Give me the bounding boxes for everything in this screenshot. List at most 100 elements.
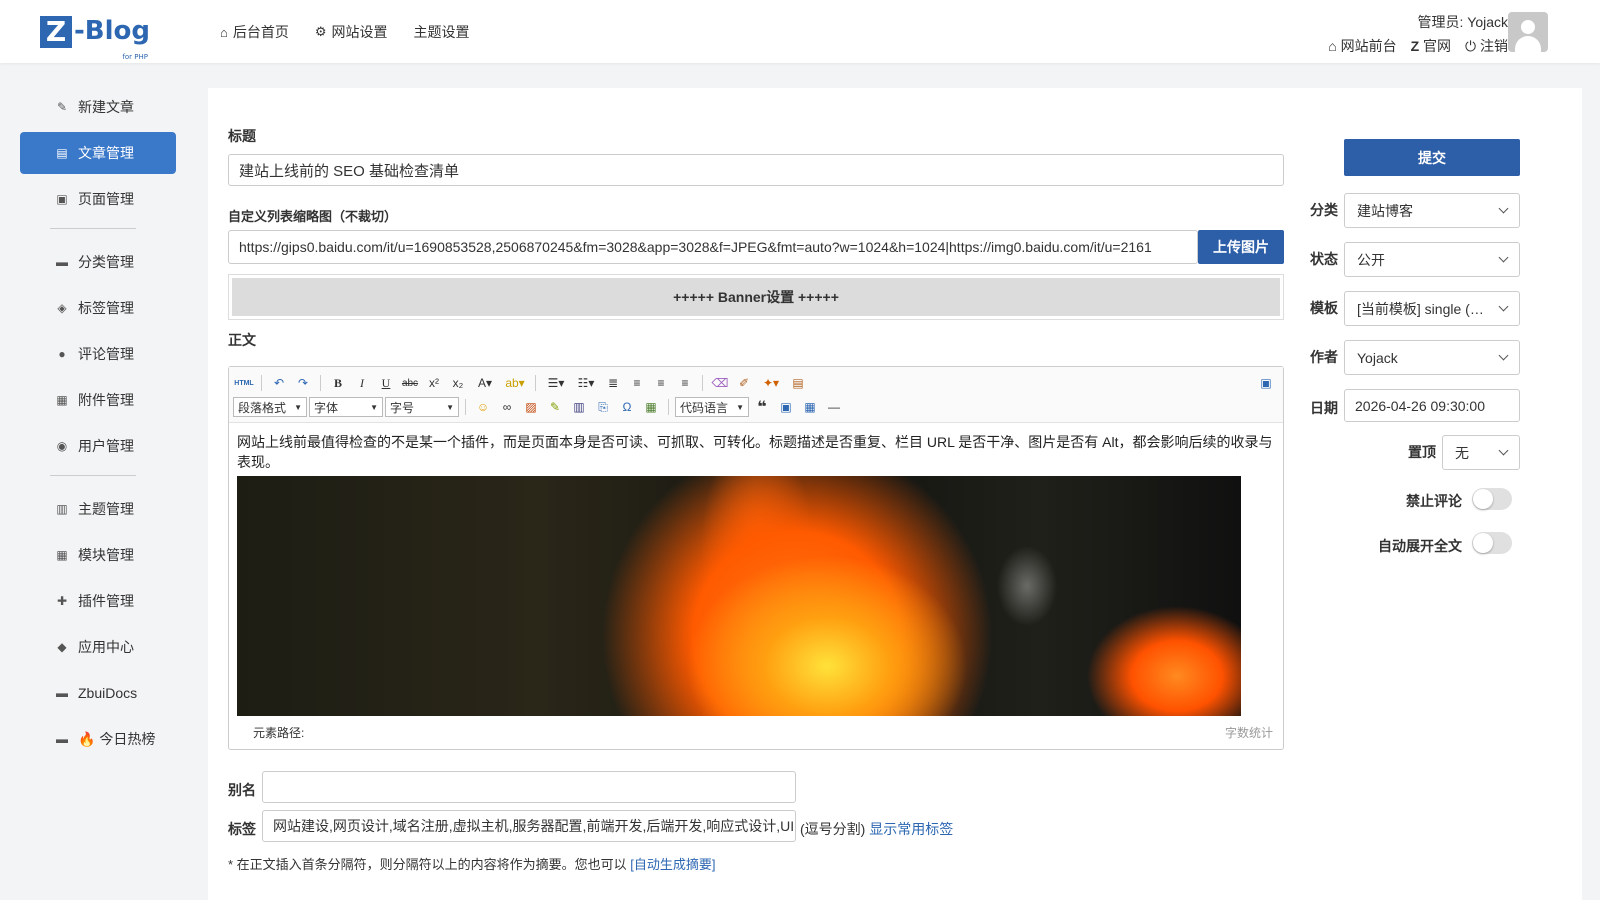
underline-icon[interactable]: U — [375, 373, 397, 393]
content-image[interactable] — [237, 476, 1241, 716]
font-family-select[interactable]: 字体 ▼ — [309, 397, 383, 417]
topnav-site-settings[interactable]: ⚙ 网站设置 — [315, 22, 388, 42]
html-source-icon[interactable]: HTML — [233, 373, 255, 393]
highlight-icon[interactable]: ab▾ — [501, 373, 529, 393]
select-value: [当前模板] single (文章页) — [1357, 300, 1497, 317]
auto-format-icon[interactable]: ✦▾ — [757, 373, 785, 393]
align-center-icon[interactable]: ≡ — [650, 373, 672, 393]
house-icon: ⌂ — [1328, 38, 1337, 54]
link-logout[interactable]: ⏻ 注销 — [1465, 36, 1508, 56]
unordered-list-icon[interactable]: ☷▾ — [572, 373, 600, 393]
table-icon[interactable]: ▦ — [799, 397, 821, 417]
sidebar-item-label: 文章管理 — [78, 145, 134, 161]
sticky-select[interactable]: 无 — [1442, 435, 1520, 470]
sidebar-item-attachments[interactable]: ▦ 附件管理 — [20, 379, 176, 421]
sidebar-item-themes[interactable]: ▥ 主题管理 — [20, 488, 176, 530]
no-comment-toggle[interactable] — [1472, 488, 1512, 510]
tags-hint: (逗号分割) — [800, 821, 866, 837]
sidebar-item-categories[interactable]: ▬ 分类管理 — [20, 241, 176, 283]
sidebar-item-app-center[interactable]: ◆ 应用中心 — [20, 626, 176, 668]
top-header: Z -Blog for PHP ⌂ 后台首页 ⚙ 网站设置 主题设置 管理员: … — [0, 0, 1600, 63]
banner-settings[interactable]: +++++ Banner设置 +++++ — [228, 274, 1284, 320]
select-label: 字体 — [314, 400, 339, 415]
sidebar-item-label: 用户管理 — [78, 438, 134, 454]
zblog-logo[interactable]: Z -Blog for PHP — [40, 16, 150, 61]
indent-icon[interactable]: ≣ — [602, 373, 624, 393]
top-nav: ⌂ 后台首页 ⚙ 网站设置 主题设置 — [220, 22, 470, 42]
fullscreen-icon[interactable]: ▣ — [1255, 373, 1277, 393]
link-site-front[interactable]: ⌂ 网站前台 — [1328, 36, 1396, 56]
sidebar-item-plugins[interactable]: ✚ 插件管理 — [20, 580, 176, 622]
bold-icon[interactable]: B — [327, 373, 349, 393]
home-icon: ⌂ — [220, 24, 228, 40]
status-select[interactable]: 公开 — [1344, 242, 1520, 277]
select-value: 无 — [1455, 444, 1469, 461]
module-icon: ▦ — [56, 548, 68, 562]
paste-plain-icon[interactable]: ▤ — [787, 373, 809, 393]
topnav-theme-settings[interactable]: 主题设置 — [414, 22, 470, 42]
video-icon[interactable]: ▥ — [568, 397, 590, 417]
date-label: 日期 — [1310, 400, 1338, 416]
topnav-dashboard[interactable]: ⌂ 后台首页 — [220, 22, 289, 42]
sidebar-item-hot-list[interactable]: ▬ 🔥 今日热榜 — [20, 718, 176, 760]
toolbar-sep — [320, 375, 321, 391]
editor-content[interactable]: 网站上线前最值得检查的不是某一个插件，而是页面本身是否可读、可抓取、可转化。标题… — [229, 424, 1283, 716]
sidebar-item-users[interactable]: ◉ 用户管理 — [20, 425, 176, 467]
title-input[interactable]: 建站上线前的 SEO 基础检查清单 — [228, 154, 1284, 186]
tags-input[interactable]: 网站建设,网页设计,域名注册,虚拟主机,服务器配置,前端开发,后端开发,响应式设… — [262, 810, 796, 842]
tags-hint-row: (逗号分割) 显示常用标签 — [800, 819, 953, 839]
italic-icon[interactable]: I — [351, 373, 373, 393]
submit-button[interactable]: 提交 — [1344, 139, 1520, 176]
special-char-icon[interactable]: Ω — [616, 397, 638, 417]
font-color-icon[interactable]: A▾ — [471, 373, 499, 393]
auto-summary-link[interactable]: [自动生成摘要] — [630, 857, 715, 872]
alias-input[interactable] — [262, 771, 796, 803]
redo-icon[interactable]: ↷ — [292, 373, 314, 393]
sidebar-item-zbuidocs[interactable]: ▬ ZbuiDocs — [20, 672, 176, 714]
paragraph-format-select[interactable]: 段落格式 ▼ — [233, 397, 307, 417]
sidebar-item-label: 评论管理 — [78, 346, 134, 362]
category-select[interactable]: 建站博客 — [1344, 193, 1520, 228]
author-select[interactable]: Yojack — [1344, 340, 1520, 375]
ordered-list-icon[interactable]: ☰▾ — [542, 373, 570, 393]
sidebar-item-modules[interactable]: ▦ 模块管理 — [20, 534, 176, 576]
thumb-url-input[interactable]: https://gips0.baidu.com/it/u=1690853528,… — [228, 230, 1198, 264]
strikethrough-icon[interactable]: abc — [399, 373, 421, 393]
template-icon[interactable]: ▦ — [640, 397, 662, 417]
link-icon[interactable]: ∞ — [496, 397, 518, 417]
font-size-select[interactable]: 字号 ▼ — [385, 397, 459, 417]
sidebar-item-pages[interactable]: ▣ 页面管理 — [20, 178, 176, 220]
show-common-tags-link[interactable]: 显示常用标签 — [869, 821, 953, 837]
blockquote-icon[interactable]: ❝ — [751, 397, 773, 417]
template-select[interactable]: [当前模板] single (文章页) — [1344, 291, 1520, 326]
link-official[interactable]: Z 官网 — [1411, 36, 1451, 56]
sidebar-item-new-article[interactable]: ✎ 新建文章 — [20, 86, 176, 128]
format-brush-icon[interactable]: ✐ — [733, 373, 755, 393]
comment-icon: ● — [58, 347, 66, 361]
toolbar-sep — [668, 399, 669, 415]
horizontal-rule-icon[interactable]: — — [823, 397, 845, 417]
code-language-select[interactable]: 代码语言 ▼ — [675, 397, 749, 417]
avatar[interactable] — [1508, 12, 1548, 52]
toolbar-sep — [535, 375, 536, 391]
image-icon[interactable]: ▨ — [520, 397, 542, 417]
undo-icon[interactable]: ↶ — [268, 373, 290, 393]
emoji-icon[interactable]: ☺ — [472, 397, 494, 417]
sidebar-item-label: 附件管理 — [78, 392, 134, 408]
sidebar-item-tags[interactable]: ◈ 标签管理 — [20, 287, 176, 329]
attachment-icon[interactable]: ⎘ — [592, 397, 614, 417]
auto-expand-toggle[interactable] — [1472, 532, 1512, 554]
word-import-icon[interactable]: ▣ — [775, 397, 797, 417]
sidebar-item-articles[interactable]: ▤ 文章管理 — [20, 132, 176, 174]
subscript-icon[interactable]: x₂ — [447, 373, 469, 393]
align-left-icon[interactable]: ≡ — [626, 373, 648, 393]
scrawl-icon[interactable]: ✎ — [544, 397, 566, 417]
admin-name: 管理员: Yojack — [1417, 14, 1508, 30]
eraser-icon[interactable]: ⌫ — [709, 373, 731, 393]
sidebar-item-comments[interactable]: ● 评论管理 — [20, 333, 176, 375]
align-right-icon[interactable]: ≡ — [674, 373, 696, 393]
superscript-icon[interactable]: x² — [423, 373, 445, 393]
date-input[interactable]: 2026-04-26 09:30:00 — [1344, 389, 1520, 422]
upload-image-button[interactable]: 上传图片 — [1198, 230, 1284, 264]
body-label: 正文 — [228, 332, 256, 348]
